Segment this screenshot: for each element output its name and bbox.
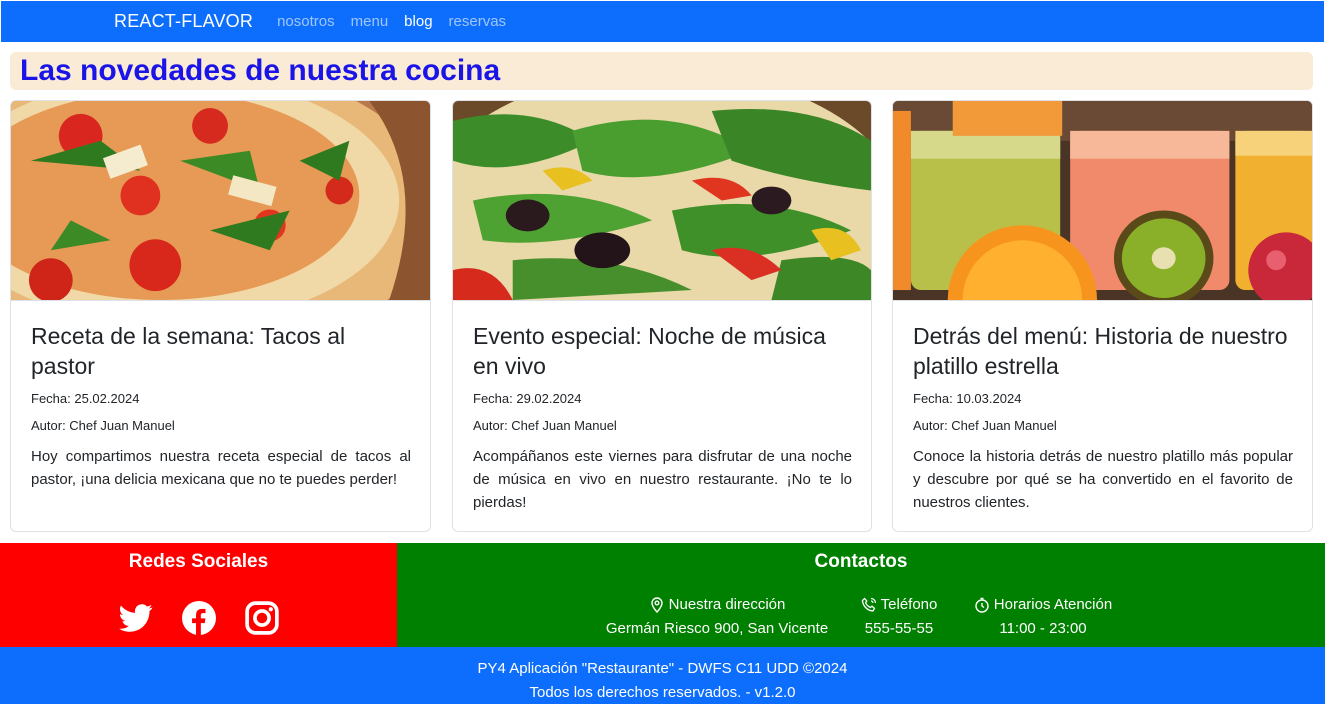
hours-value: 11:00 - 23:00 [999,620,1087,637]
nav-link-reservas[interactable]: reservas [449,13,507,30]
card-date: Fecha: 10.03.2024 [913,391,1022,406]
salad-pizza-image [453,101,871,301]
card-date: Fecha: 25.02.2024 [31,391,140,406]
twitter-icon[interactable] [118,601,153,635]
contact-hours: Horarios Atención 11:00 - 23:00 [963,593,1123,641]
contacts-section: Contactos Nuestra dirección Germán Riesc… [397,543,1325,647]
social-icons [0,601,397,635]
contact-phone: Teléfono 555-55-55 [849,593,949,641]
page-title: Las novedades de nuestra cocina [20,54,501,87]
nav-link-nosotros[interactable]: nosotros [277,13,335,30]
phone-label: Teléfono [880,596,938,613]
contact-address: Nuestra dirección Germán Riesco 900, San… [605,593,829,641]
card-author: Autor: Chef Juan Manuel [31,418,175,433]
pizza-image [11,101,430,301]
social-section: Redes Sociales [0,543,397,647]
blog-card: Detrás del menú: Historia de nuestro pla… [892,100,1313,532]
juices-image [893,101,1312,301]
card-title: Detrás del menú: Historia de nuestro pla… [913,323,1288,379]
blog-card: Receta de la semana: Tacos al pastor Fec… [10,100,431,532]
copyright-line-2: Todos los derechos reservados. - v1.2.0 [529,684,796,701]
top-navbar: REACT-FLAVOR nosotros menu blog reservas [1,1,1324,42]
nav-link-menu[interactable]: menu [351,13,389,30]
blog-card: Evento especial: Noche de música en vivo… [452,100,872,532]
phone-icon [861,597,876,612]
card-date: Fecha: 29.02.2024 [473,391,582,406]
copyright-line-1: PY4 Aplicación "Restaurante" - DWFS C11 … [477,660,848,677]
card-text: Hoy compartimos nuestra receta especial … [31,448,411,488]
hours-label: Horarios Atención [993,596,1113,613]
stopwatch-icon [975,597,989,613]
card-author: Autor: Chef Juan Manuel [913,418,1057,433]
social-title: Redes Sociales [128,551,269,572]
copyright-footer: PY4 Aplicación "Restaurante" - DWFS C11 … [0,647,1325,704]
page-title-banner: Las novedades de nuestra cocina [10,52,1313,90]
nav-link-blog[interactable]: blog [404,13,432,30]
location-pin-icon [650,597,663,613]
facebook-icon[interactable] [181,601,216,635]
card-title: Receta de la semana: Tacos al pastor [31,323,346,379]
card-title: Evento especial: Noche de música en vivo [473,323,826,379]
instagram-icon[interactable] [244,601,279,635]
phone-value: 555-55-55 [864,620,934,637]
card-author: Autor: Chef Juan Manuel [473,418,617,433]
brand-logo-link[interactable]: REACT-FLAVOR [114,11,253,32]
address-value: Germán Riesco 900, San Vicente [605,620,829,637]
contacts-title: Contactos [814,551,908,572]
card-text: Acompáñanos este viernes para disfrutar … [473,448,852,511]
card-text: Conoce la historia detrás de nuestro pla… [913,448,1293,511]
address-label: Nuestra dirección [668,596,786,613]
